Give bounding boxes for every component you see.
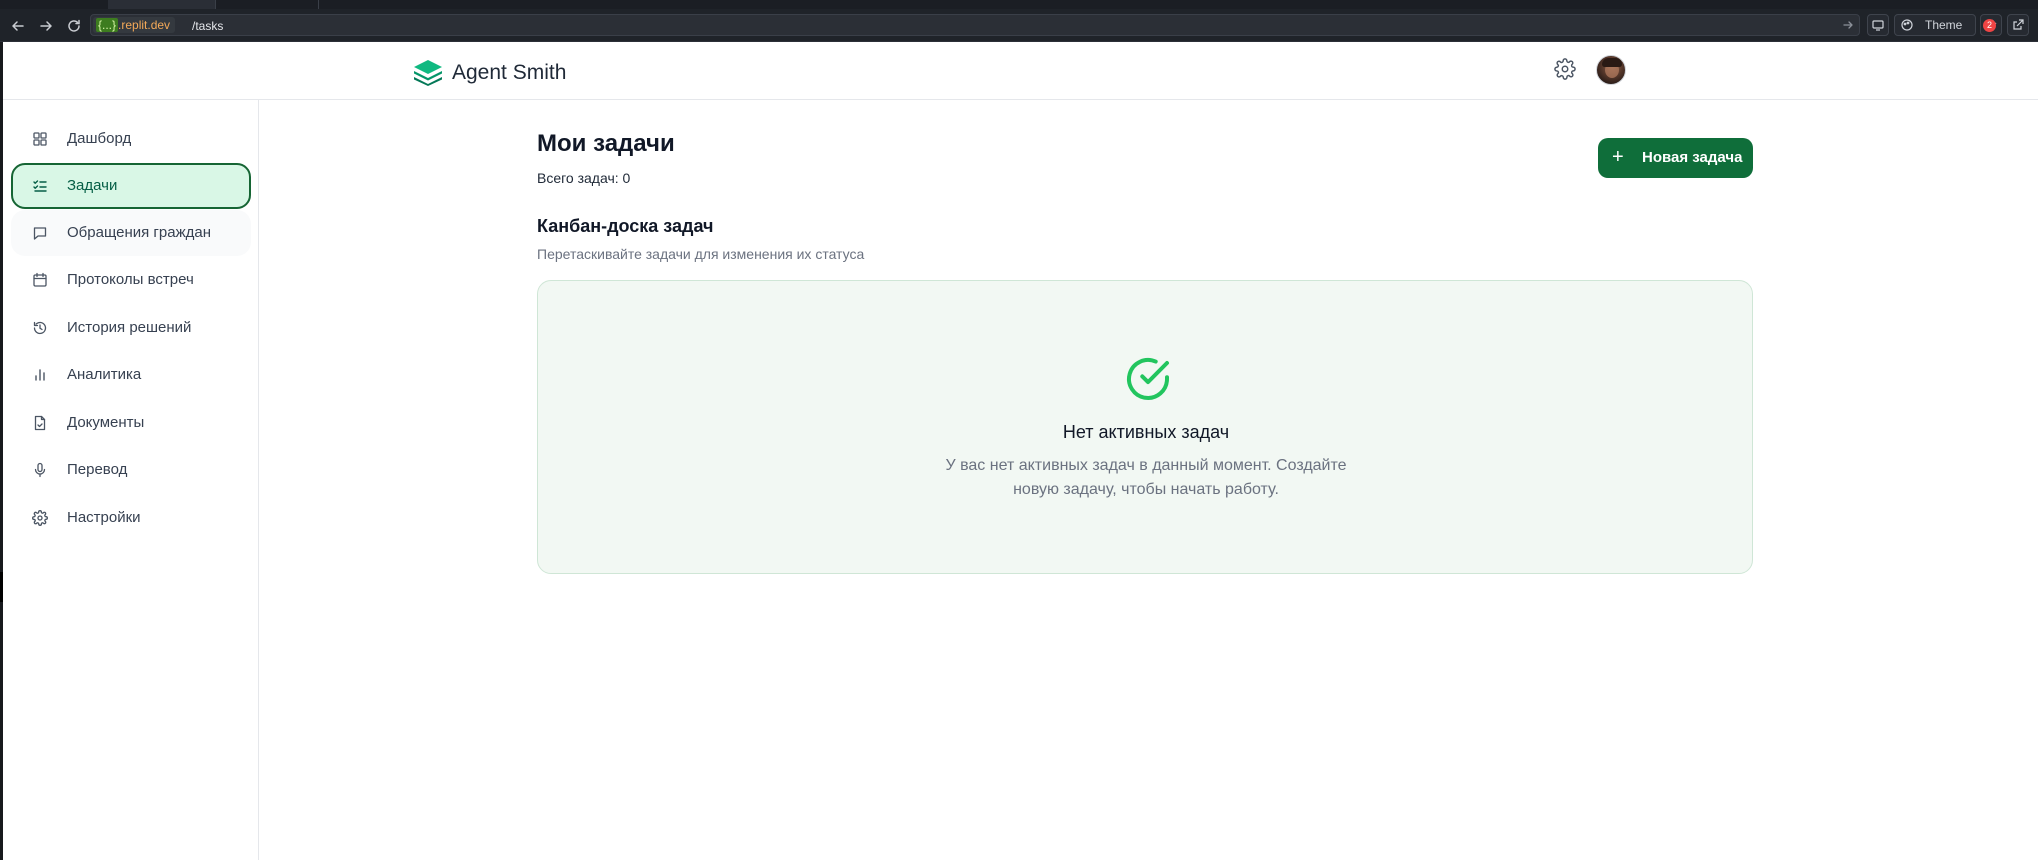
- empty-state-panel: Нет активных задач У вас нет активных за…: [537, 280, 1753, 574]
- address-bar[interactable]: {...} .replit.dev /tasks: [90, 14, 1860, 36]
- task-count: Всего задач: 0: [537, 170, 631, 186]
- sidebar-item-settings[interactable]: Настройки: [11, 495, 251, 541]
- sidebar-item-label: Аналитика: [67, 366, 142, 383]
- user-avatar[interactable]: [1596, 55, 1626, 85]
- external-link-icon: [2013, 19, 2024, 30]
- dashboard-grid-icon: [32, 131, 48, 147]
- browser-tab-active[interactable]: [108, 0, 216, 9]
- sidebar-item-documents[interactable]: Документы: [11, 400, 251, 446]
- new-task-button-label: Новая задача: [1642, 149, 1743, 166]
- plus-icon: +: [1612, 146, 1624, 168]
- url-host: {...} .replit.dev: [93, 17, 176, 33]
- monitor-icon: [1872, 20, 1884, 31]
- app-name[interactable]: Agent Smith: [452, 60, 566, 86]
- sidebar-item-label: Обращения граждан: [67, 224, 211, 241]
- message-square-icon: [32, 225, 48, 241]
- calendar-icon: [32, 272, 48, 288]
- sidebar-item-translation[interactable]: Перевод: [11, 447, 251, 493]
- kanban-title: Канбан-доска задач: [537, 216, 714, 236]
- sidebar-item-analytics[interactable]: Аналитика: [11, 352, 251, 398]
- empty-state-text-line: У вас нет активных задач в данный момент…: [945, 457, 1347, 474]
- reload-icon[interactable]: [66, 18, 82, 34]
- url-path: /tasks: [192, 19, 224, 33]
- open-external-button[interactable]: [2007, 14, 2029, 36]
- sidebar-item-label: Настройки: [67, 509, 141, 526]
- sidebar: Дашборд Задачи Обращения граждан Протоко…: [3, 100, 259, 860]
- bar-chart-icon: [32, 367, 48, 383]
- avatar-hair: [1602, 58, 1622, 67]
- sidebar-item-tasks[interactable]: Задачи: [11, 163, 251, 209]
- kanban-subtitle: Перетаскивайте задачи для изменения их с…: [537, 246, 865, 262]
- empty-state-text: У вас нет активных задач в данный момент…: [538, 454, 1754, 502]
- forward-arrow-icon[interactable]: [38, 18, 54, 34]
- sidebar-item-meeting-protocols[interactable]: Протоколы встреч: [11, 257, 251, 303]
- sidebar-item-label: Протоколы встреч: [67, 271, 194, 288]
- empty-state-title: Нет активных задач: [1062, 422, 1230, 442]
- check-circle-icon: [1124, 355, 1172, 403]
- sidebar-item-label: Документы: [67, 414, 145, 431]
- task-list-icon: [32, 178, 48, 194]
- browser-tab-strip: [0, 0, 2038, 9]
- app-header: Agent Smith: [3, 42, 2038, 100]
- sidebar-item-label: История решений: [67, 319, 192, 336]
- sidebar-item-label: Перевод: [67, 461, 128, 478]
- layers-logo-icon[interactable]: [412, 58, 444, 86]
- microphone-icon: [32, 462, 48, 478]
- browser-tab[interactable]: [217, 0, 319, 9]
- sidebar-item-label: Дашборд: [67, 130, 132, 147]
- new-task-button[interactable]: + Новая задача: [1598, 138, 1753, 178]
- back-arrow-icon[interactable]: [10, 18, 26, 34]
- browser-toolbar: {...} .replit.dev /tasks Theme 2: [0, 9, 2038, 42]
- sidebar-item-citizen-requests[interactable]: Обращения граждан: [11, 210, 251, 256]
- devtools-button[interactable]: [1867, 14, 1889, 36]
- notification-badge: 2: [1983, 19, 1996, 32]
- theme-label: Theme: [1925, 18, 1963, 32]
- gear-icon: [32, 510, 48, 526]
- sidebar-item-label: Задачи: [67, 177, 118, 194]
- empty-state-text-line: новую задачу, чтобы начать работу.: [1013, 481, 1279, 498]
- page-title: Мои задачи: [537, 130, 675, 157]
- document-icon: [32, 415, 48, 431]
- go-arrow-icon[interactable]: [1841, 18, 1855, 32]
- sidebar-item-decision-history[interactable]: История решений: [11, 305, 251, 351]
- sidebar-item-dashboard[interactable]: Дашборд: [11, 116, 251, 162]
- history-icon: [32, 320, 48, 336]
- palette-icon: [1901, 19, 1913, 31]
- settings-gear-icon[interactable]: [1554, 58, 1576, 80]
- theme-button[interactable]: Theme: [1894, 14, 1976, 36]
